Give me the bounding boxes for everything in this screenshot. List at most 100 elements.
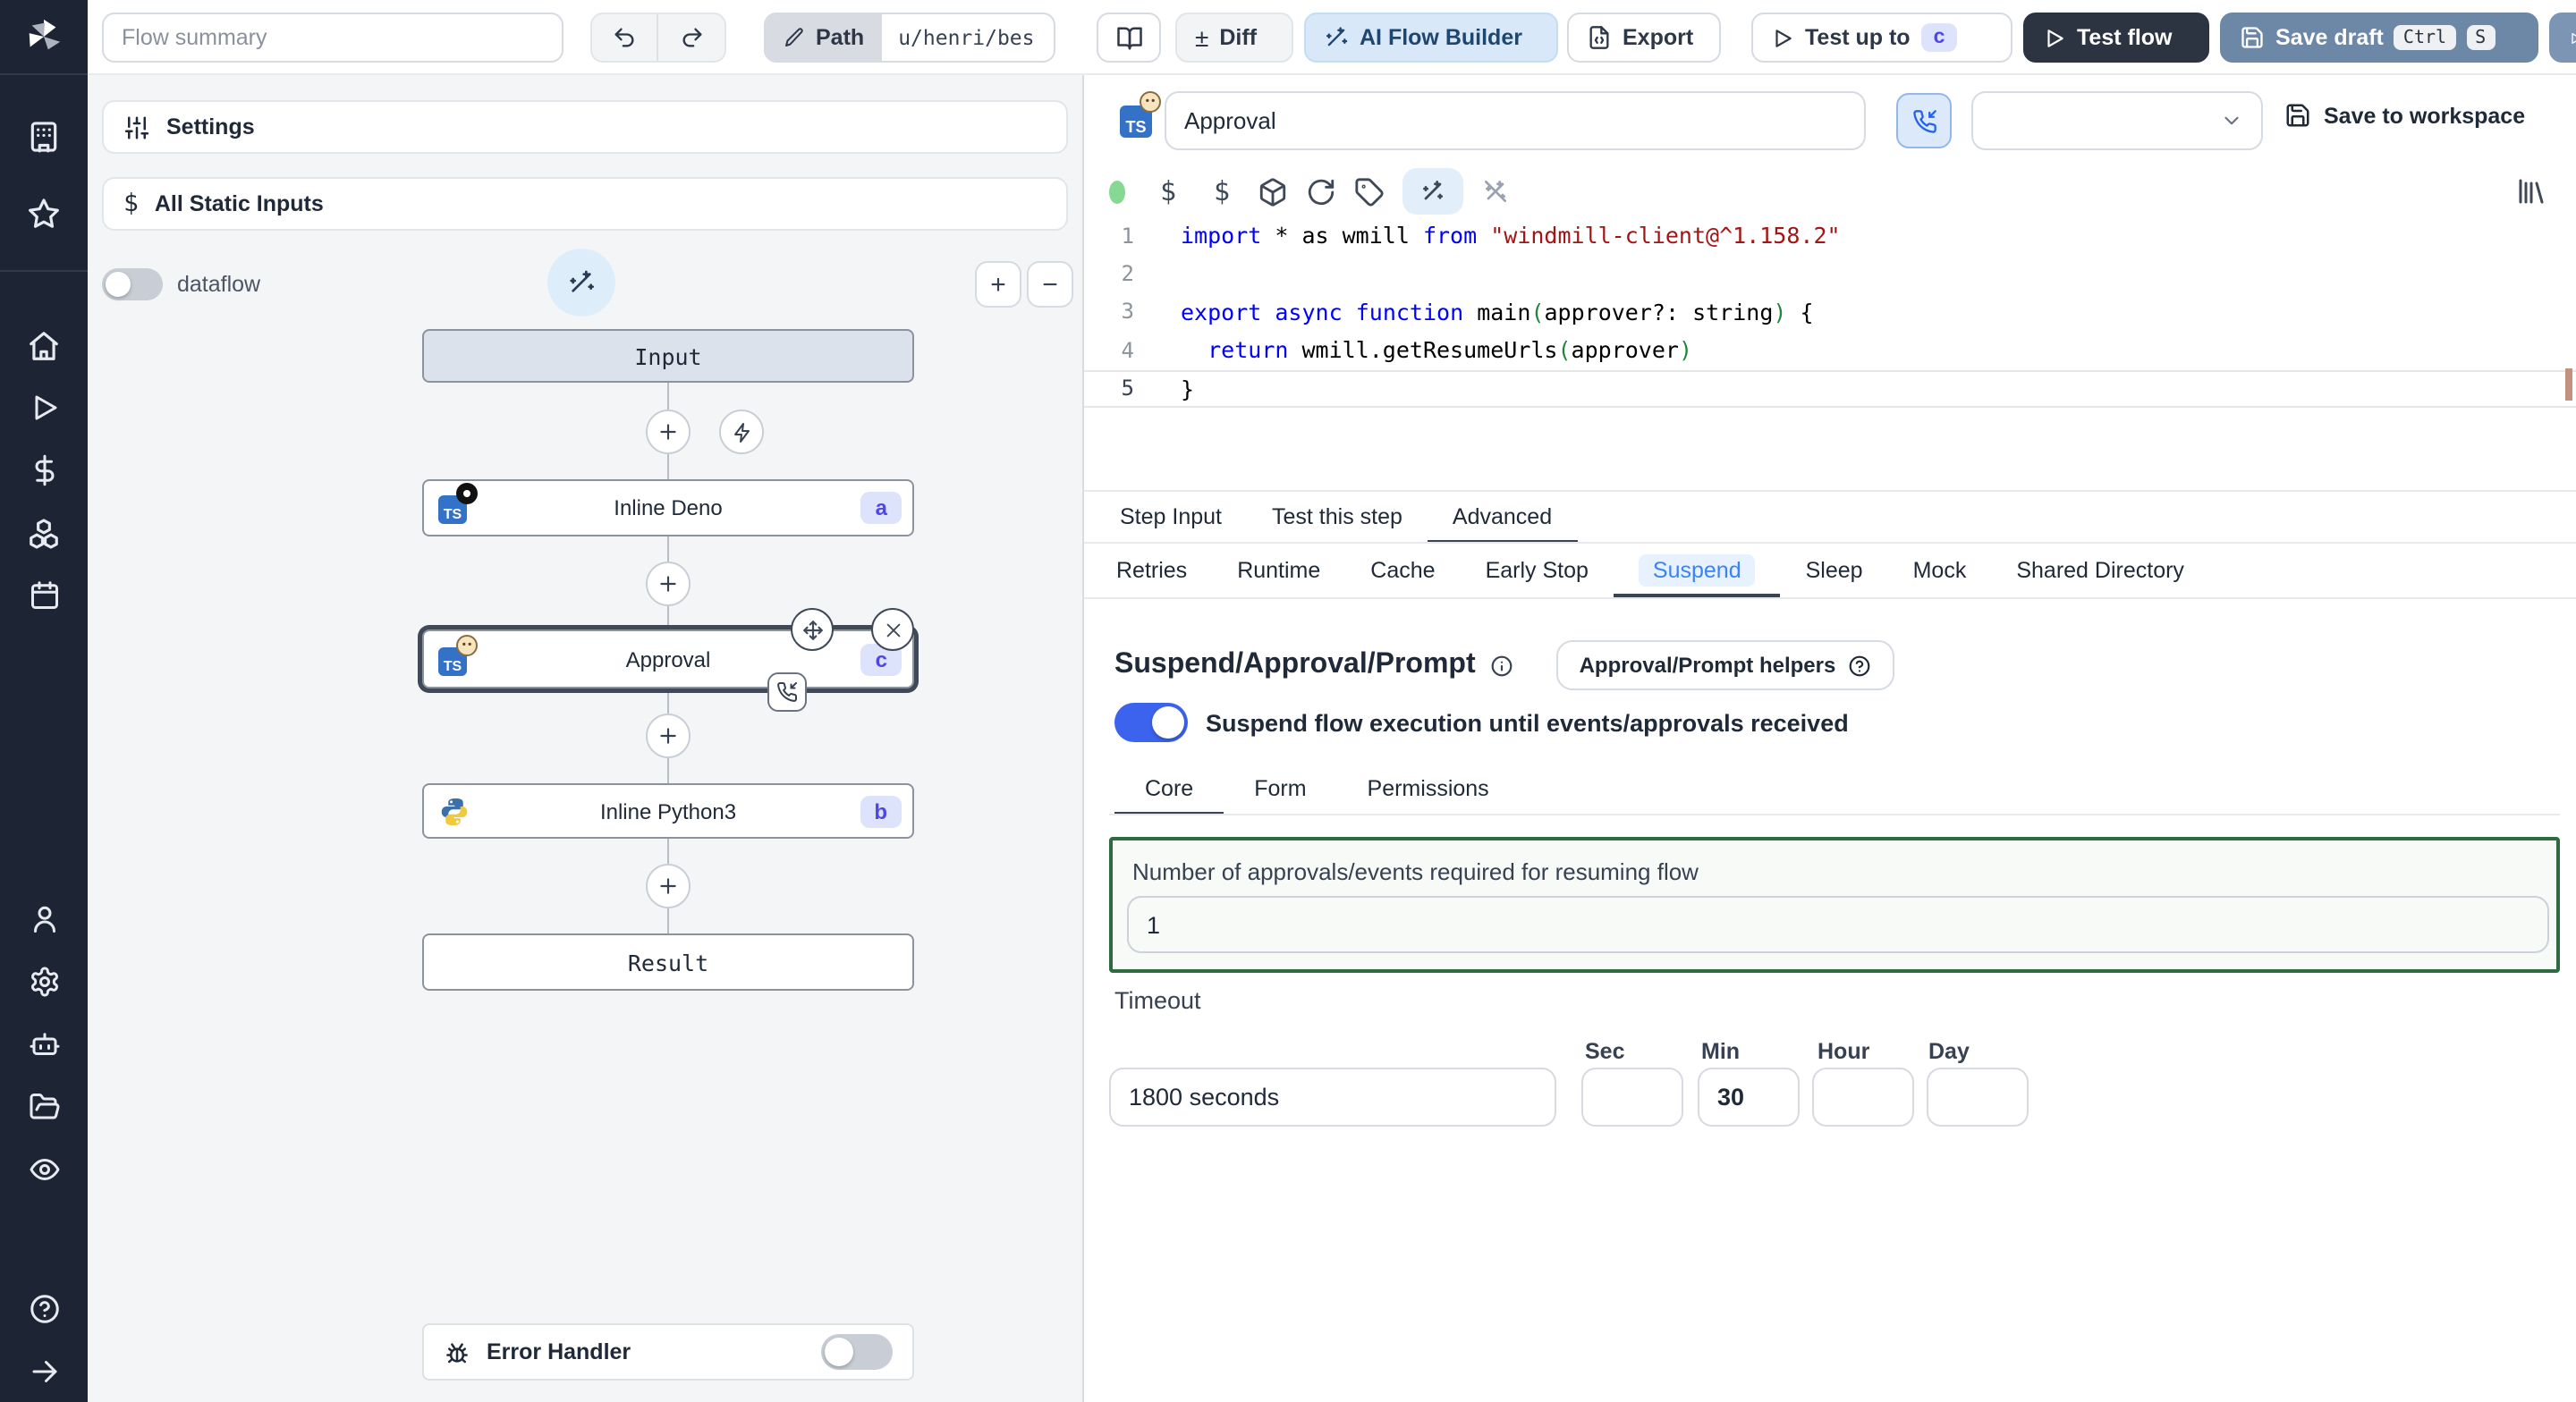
dollar-icon: $ — [123, 190, 139, 218]
add-trigger-zap-button[interactable] — [719, 410, 764, 454]
flow-settings-row[interactable]: Settings — [102, 100, 1068, 154]
undo-redo-group — [590, 13, 726, 63]
code-line-5[interactable]: 5} — [1084, 369, 2576, 408]
suspend-phone-toggle-button[interactable] — [1896, 93, 1952, 148]
graph-node-inline-python[interactable]: Inline Python3 b — [422, 783, 914, 839]
dataflow-toggle[interactable] — [102, 268, 163, 300]
bug-icon — [444, 1339, 470, 1365]
timeout-sec-input[interactable] — [1581, 1068, 1683, 1127]
code-line-4[interactable]: 4 return wmill.getResumeUrls(approver) — [1084, 331, 2576, 369]
workers-robot-icon[interactable] — [0, 1013, 88, 1076]
tab-suspend[interactable]: Suspend — [1613, 545, 1781, 597]
help-icon[interactable] — [0, 1277, 88, 1339]
unit-label-sec: Sec — [1585, 1039, 1625, 1064]
approval-prompt-helpers-button[interactable]: Approval/Prompt helpers — [1555, 640, 1895, 690]
path-chip[interactable]: Path u/henri/bes — [764, 13, 1055, 63]
variables-dollar-icon[interactable] — [0, 439, 88, 502]
step-typescript-icon: TS — [1120, 91, 1161, 138]
settings-gear-icon[interactable] — [0, 950, 88, 1013]
tag-select-dropdown[interactable] — [1971, 91, 2263, 150]
ai-wand-button[interactable] — [547, 249, 615, 317]
save-to-workspace-button[interactable]: Save to workspace — [2284, 102, 2525, 129]
save-draft-button[interactable]: Save draft Ctrl S — [2220, 13, 2538, 63]
favorites-star-icon[interactable] — [0, 182, 88, 245]
export-button[interactable]: Export — [1567, 13, 1721, 63]
code-line-3[interactable]: 3 export async function main(approver?: s… — [1084, 293, 2576, 332]
tab-runtime[interactable]: Runtime — [1212, 545, 1345, 595]
docs-book-button[interactable] — [1097, 13, 1161, 63]
save-icon — [2240, 25, 2265, 50]
tab-permissions[interactable]: Permissions — [1337, 764, 1520, 814]
runs-play-icon[interactable] — [0, 376, 88, 439]
info-icon[interactable] — [1490, 654, 1513, 677]
collapse-arrow-right-icon[interactable] — [0, 1339, 88, 1402]
code-line-2[interactable]: 2 — [1084, 255, 2576, 293]
folders-icon[interactable] — [0, 1076, 88, 1138]
error-handler-row[interactable]: Error Handler — [422, 1323, 914, 1381]
test-up-to-button[interactable]: Test up to c — [1751, 13, 2012, 63]
flow-summary-input[interactable]: Flow summary — [102, 13, 564, 63]
reload-icon[interactable] — [1306, 176, 1336, 207]
package-icon[interactable] — [1258, 176, 1288, 207]
tab-cache[interactable]: Cache — [1345, 545, 1460, 595]
zoom-in-button[interactable]: + — [975, 261, 1021, 308]
help-circle-icon — [1848, 654, 1871, 677]
tab-sleep[interactable]: Sleep — [1781, 545, 1888, 595]
redo-icon[interactable] — [658, 14, 724, 61]
graph-node-inline-deno[interactable]: TS Inline Deno a — [422, 479, 914, 536]
resources-dollar-icon[interactable]: $ — [1204, 175, 1240, 207]
ai-gen-wand-icon[interactable] — [1402, 168, 1463, 215]
schedules-calendar-icon[interactable] — [0, 564, 88, 627]
variables-dollar-icon[interactable]: $ — [1150, 175, 1186, 207]
all-static-inputs-row[interactable]: $ All Static Inputs — [102, 177, 1068, 231]
graph-node-approval[interactable]: TS Approval c — [422, 629, 914, 688]
add-step-button-3[interactable] — [646, 714, 691, 758]
resources-cubes-icon[interactable] — [0, 502, 88, 564]
workspace-icon[interactable] — [0, 106, 88, 169]
suspend-phone-incoming-icon[interactable] — [767, 672, 807, 712]
user-icon[interactable] — [0, 888, 88, 950]
tab-form[interactable]: Form — [1224, 764, 1336, 814]
play-icon — [1771, 26, 1794, 49]
timeout-hour-input[interactable] — [1812, 1068, 1914, 1127]
timeout-total-input[interactable]: 1800 seconds — [1109, 1068, 1556, 1127]
all-static-inputs-label: All Static Inputs — [154, 191, 324, 216]
add-step-button-2[interactable] — [646, 562, 691, 606]
graph-node-input[interactable]: Input — [422, 329, 914, 383]
deploy-button-partial[interactable] — [2549, 13, 2576, 63]
approvals-required-input[interactable]: 1 — [1127, 896, 2549, 953]
graph-node-result[interactable]: Result — [422, 933, 914, 991]
add-step-button-1[interactable] — [646, 410, 691, 454]
add-step-button-4[interactable] — [646, 864, 691, 908]
timeout-day-input[interactable] — [1927, 1068, 2029, 1127]
code-line-1[interactable]: 1 import * as wmill from "windmill-client… — [1084, 216, 2576, 255]
timeout-min-input[interactable]: 30 — [1698, 1068, 1800, 1127]
suspend-subtabs: Core Form Permissions — [1114, 764, 1520, 815]
tab-mock[interactable]: Mock — [1888, 545, 1992, 595]
ai-flow-builder-button[interactable]: AI Flow Builder — [1304, 13, 1558, 63]
audit-eye-icon[interactable] — [0, 1138, 88, 1201]
test-flow-button[interactable]: Test flow — [2023, 13, 2209, 63]
zoom-out-button[interactable]: − — [1027, 261, 1073, 308]
diff-button[interactable]: ± Diff — [1175, 13, 1293, 63]
library-icon[interactable] — [2515, 175, 2547, 207]
ai-fix-wand-off-icon[interactable] — [1481, 177, 1510, 206]
tab-test-this-step[interactable]: Test this step — [1247, 492, 1428, 542]
move-node-icon[interactable] — [791, 608, 834, 651]
tab-shared-directory[interactable]: Shared Directory — [1991, 545, 2209, 595]
code-editor[interactable]: 1 import * as wmill from "windmill-client… — [1084, 216, 2576, 408]
delete-node-close-icon[interactable] — [871, 608, 914, 651]
suspend-enable-toggle[interactable] — [1114, 703, 1188, 742]
tab-early-stop[interactable]: Early Stop — [1461, 545, 1614, 595]
undo-icon[interactable] — [592, 14, 659, 61]
tab-core[interactable]: Core — [1114, 764, 1224, 815]
windmill-logo[interactable] — [0, 0, 88, 75]
tab-retries[interactable]: Retries — [1091, 545, 1212, 595]
export-label: Export — [1623, 25, 1694, 50]
step-name-input[interactable]: Approval — [1165, 91, 1866, 150]
home-icon[interactable] — [0, 314, 88, 376]
tab-advanced[interactable]: Advanced — [1427, 492, 1578, 544]
tag-icon[interactable] — [1354, 176, 1385, 207]
error-handler-toggle[interactable] — [821, 1334, 893, 1370]
tab-step-input[interactable]: Step Input — [1095, 492, 1247, 542]
